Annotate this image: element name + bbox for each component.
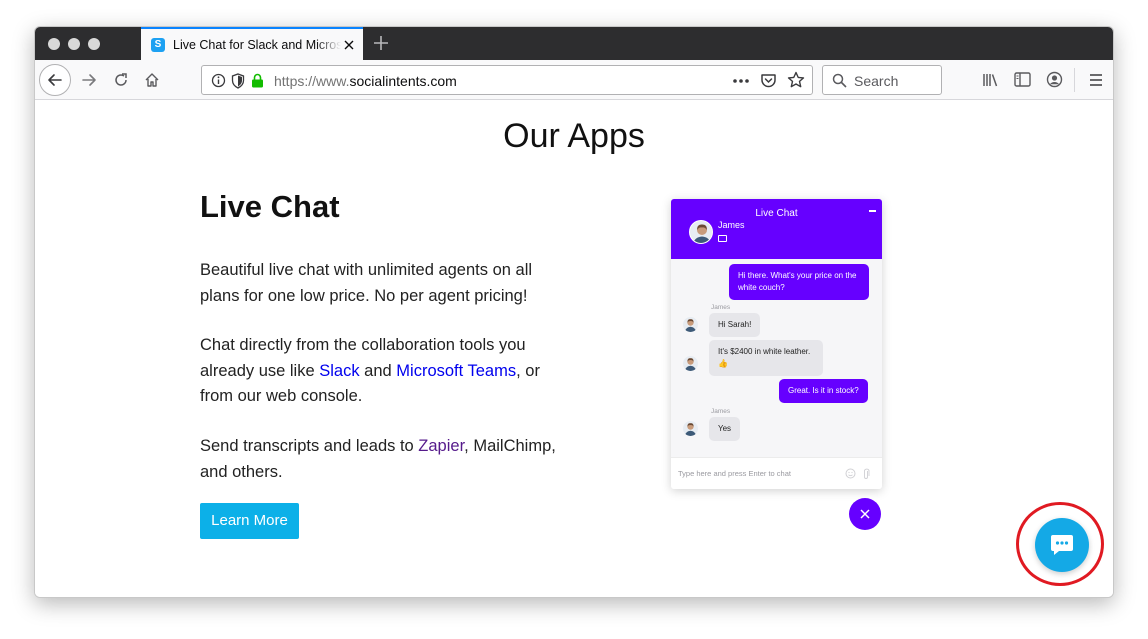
emoji-icon — [845, 468, 856, 479]
browser-window: S Live Chat for Slack and Microsoft Team… — [34, 26, 1114, 598]
attachment-icon — [864, 468, 870, 479]
navigation-toolbar: https://www.socialintents.com Search — [35, 60, 1113, 100]
url-text[interactable]: https://www.socialintents.com — [274, 73, 457, 89]
tab-active[interactable]: S Live Chat for Slack and Microsoft Team… — [141, 27, 363, 60]
agent-avatar-small — [683, 317, 698, 332]
forward-icon — [82, 74, 96, 86]
chat-widget-header: Live Chat James — [671, 199, 882, 259]
back-icon — [48, 74, 62, 86]
search-icon — [832, 73, 847, 88]
paragraph-transcripts: Send transcripts and leads to Zapier, Ma… — [200, 434, 570, 485]
menu-icon[interactable] — [1088, 73, 1104, 87]
chat-message-agent: Yes — [709, 417, 741, 441]
window-close-dot[interactable] — [48, 38, 60, 50]
chat-input-placeholder: Type here and press Enter to chat — [678, 469, 791, 478]
sidebar-icon[interactable] — [1014, 72, 1031, 87]
section-title: Live Chat — [200, 189, 340, 224]
forward-button[interactable] — [74, 65, 104, 95]
microsoft-teams-link[interactable]: Microsoft Teams — [396, 362, 516, 380]
chat-widget-title: Live Chat — [755, 208, 798, 219]
account-icon[interactable] — [1046, 71, 1063, 88]
agent-name: James — [718, 220, 745, 230]
paragraph-integrations: Chat directly from the collaboration too… — [200, 333, 570, 410]
agent-name-label: James — [711, 408, 731, 415]
tab-title: Live Chat for Slack and Microsoft Teams — [173, 37, 341, 52]
reload-icon — [115, 73, 127, 86]
bookmark-star-icon[interactable] — [787, 71, 805, 89]
url-bar[interactable]: https://www.socialintents.com — [201, 65, 813, 95]
home-button[interactable] — [137, 65, 167, 95]
tab-bar: S Live Chat for Slack and Microsoft Team… — [35, 27, 1113, 60]
back-button[interactable] — [39, 64, 71, 96]
home-icon — [145, 73, 159, 87]
info-icon[interactable] — [211, 73, 226, 88]
url-host: socialintents.com — [349, 73, 457, 89]
zapier-link[interactable]: Zapier — [418, 437, 464, 455]
chat-widget-preview: Live Chat James Hi there. What's your pr… — [671, 199, 882, 489]
window-zoom-dot[interactable] — [88, 38, 100, 50]
highlight-annotation — [1016, 502, 1104, 586]
site-favicon-icon: S — [151, 37, 165, 52]
chat-message-agent: It's $2400 in white leather. 👍 — [709, 340, 823, 376]
reload-button[interactable] — [106, 65, 136, 95]
search-bar[interactable]: Search — [822, 65, 942, 95]
paragraph-intro: Beautiful live chat with unlimited agent… — [200, 261, 533, 305]
agent-avatar-small — [683, 421, 698, 436]
slack-link[interactable]: Slack — [319, 362, 359, 380]
lock-icon[interactable] — [251, 73, 264, 88]
toolbar-divider — [1074, 68, 1075, 92]
page-content: Our Apps Live Chat Beautiful live chat w… — [35, 101, 1113, 597]
agent-avatar-small — [683, 356, 698, 371]
search-placeholder: Search — [854, 73, 899, 89]
close-icon — [860, 509, 870, 519]
library-icon[interactable] — [982, 72, 1000, 88]
learn-more-button[interactable]: Learn More — [200, 503, 299, 539]
tracking-shield-icon[interactable] — [231, 73, 245, 89]
window-minimize-dot[interactable] — [68, 38, 80, 50]
chat-input-area: Type here and press Enter to chat — [671, 457, 882, 489]
mail-icon — [718, 235, 727, 242]
pocket-icon[interactable] — [760, 72, 777, 89]
agent-name-label: James — [711, 304, 731, 311]
chat-close-button — [849, 498, 881, 530]
minimize-icon — [869, 210, 876, 212]
page-actions-icon[interactable] — [732, 78, 750, 84]
agent-avatar — [689, 220, 713, 244]
para2-text-between: and — [359, 361, 397, 380]
chat-message-visitor: Great. Is it in stock? — [779, 379, 868, 403]
url-protocol: https://www. — [274, 73, 350, 89]
para3-text-before: Send transcripts and leads to — [200, 437, 419, 455]
chat-message-visitor: Hi there. What's your price on the white… — [729, 264, 869, 300]
page-heading: Our Apps — [503, 117, 645, 155]
tab-close-icon[interactable] — [341, 37, 357, 53]
new-tab-icon[interactable] — [371, 33, 391, 53]
chat-message-agent: Hi Sarah! — [709, 313, 761, 337]
